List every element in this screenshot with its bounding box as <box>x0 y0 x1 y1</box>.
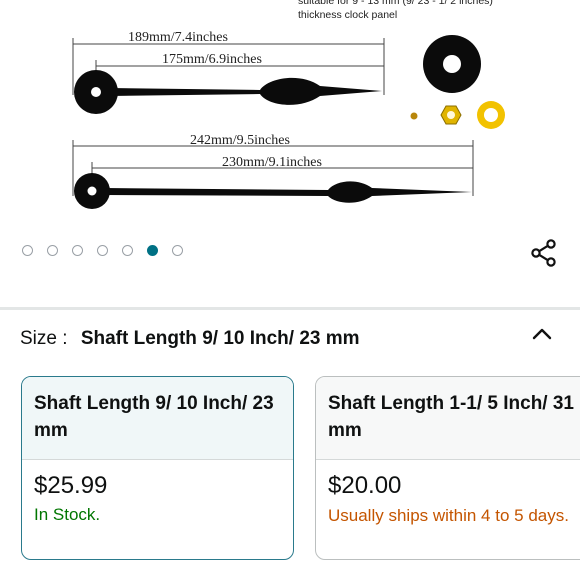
option-title: Shaft Length 9/ 10 Inch/ 23 mm <box>22 377 293 459</box>
carousel-dot[interactable] <box>22 245 33 256</box>
size-selected-value: Shaft Length 9/ 10 Inch/ 23 mm <box>80 328 360 349</box>
hour-total-label: 189mm/7.4inches <box>128 30 228 45</box>
chevron-up-icon[interactable] <box>530 324 554 344</box>
carousel-dot[interactable] <box>47 245 58 256</box>
image-carousel-indicator <box>22 245 183 256</box>
share-icon[interactable] <box>530 238 558 268</box>
carousel-dot-active[interactable] <box>147 245 158 256</box>
minute-hand <box>74 173 472 209</box>
clock-hands-illustration: 189mm/7.4inches 175mm/6.9inches 242mm/9.… <box>72 30 505 209</box>
minute-length-label: 230mm/9.1inches <box>222 155 322 170</box>
carousel-dot[interactable] <box>97 245 108 256</box>
section-divider <box>0 307 580 310</box>
size-option-card-selected[interactable]: Shaft Length 9/ 10 Inch/ 23 mm $25.99 In… <box>21 376 294 560</box>
caption-line-1: suitable for 9 - 13 mm (9/ 23 - 1/ 2 inc… <box>298 0 493 7</box>
option-price: $25.99 <box>34 472 108 499</box>
carousel-dot[interactable] <box>122 245 133 256</box>
carousel-dot[interactable] <box>172 245 183 256</box>
availability-text: In Stock. <box>34 505 101 524</box>
size-label: Size : <box>20 328 68 349</box>
product-caption: suitable for 9 - 13 mm (9/ 23 - 1/ 2 inc… <box>298 0 493 22</box>
option-price: $20.00 <box>328 472 402 499</box>
product-image[interactable]: suitable for 9 - 13 mm (9/ 23 - 1/ 2 inc… <box>0 0 580 230</box>
size-selector[interactable]: Size : Shaft Length 9/ 10 Inch/ 23 mm <box>20 328 360 350</box>
mounting-hardware <box>410 35 505 129</box>
hour-hand <box>74 70 382 114</box>
minute-total-label: 242mm/9.5inches <box>190 133 290 148</box>
availability-text: Usually ships within 4 to 5 days. <box>328 506 569 525</box>
size-option-card[interactable]: Shaft Length 1-1/ 5 Inch/ 31 mm $20.00 U… <box>315 376 580 560</box>
carousel-dot[interactable] <box>72 245 83 256</box>
option-title: Shaft Length 1-1/ 5 Inch/ 31 mm <box>316 377 580 459</box>
caption-line-2: thickness clock panel <box>298 9 398 21</box>
hour-length-label: 175mm/6.9inches <box>162 52 262 67</box>
